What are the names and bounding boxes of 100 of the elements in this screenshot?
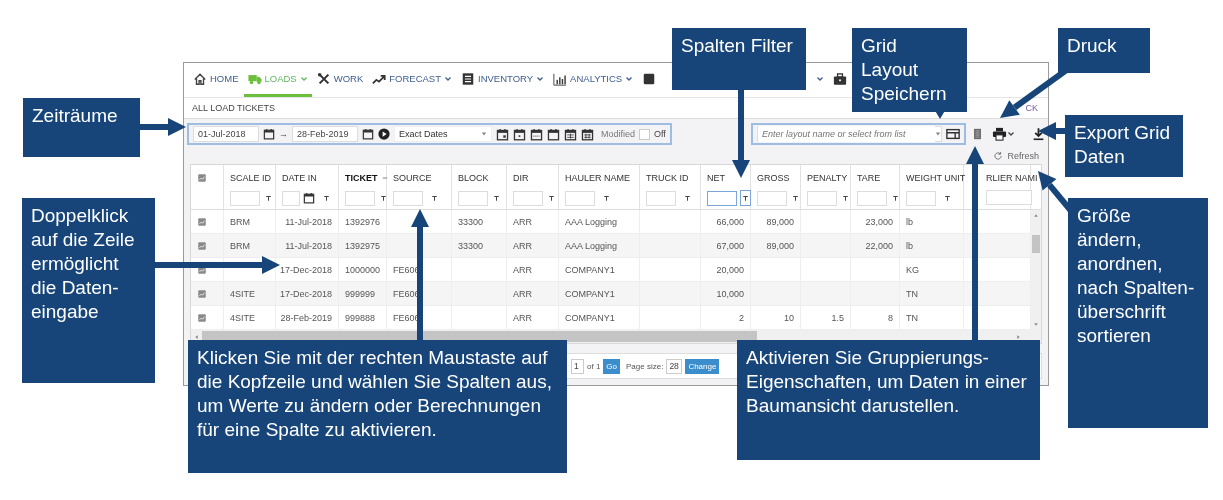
layout-icon[interactable] [946, 127, 960, 141]
table-cell: 33300 [458, 240, 484, 251]
column-header[interactable]: TICKET [345, 173, 378, 183]
table-cell: 28-Feb-2019 [280, 312, 332, 323]
table-cell: ARR [513, 288, 532, 299]
filter-icon [429, 193, 439, 203]
column-header[interactable]: SCALE ID [230, 173, 271, 183]
filter-icon [891, 193, 900, 203]
filter-icon [601, 193, 611, 203]
scroll-left-icon [194, 333, 199, 340]
calendar-icon[interactable] [362, 128, 374, 140]
filter-icon [682, 193, 692, 203]
table-cell: TN [906, 288, 918, 299]
column-header[interactable]: TRUCK ID [646, 173, 689, 183]
caret-icon [481, 131, 487, 137]
filter-icon [492, 193, 501, 203]
table-cell: TN [906, 312, 918, 323]
scroll-down-icon [1033, 322, 1039, 327]
calendar-icon[interactable] [303, 192, 315, 204]
table-cell: 20,000 [716, 264, 744, 275]
start-date-field[interactable]: 01-Jul-2018 [193, 126, 259, 142]
calendar-icon[interactable] [530, 127, 543, 141]
page-field[interactable]: 1 [571, 358, 584, 374]
column-header[interactable]: DATE IN [282, 173, 317, 183]
table-row[interactable]: BRM 11-Jul-2018 1392975 33300 ARR AAA Logging 67,000 89,000 22,000 lb [191, 234, 1031, 258]
table-cell: lb [906, 216, 913, 227]
filter-icon [942, 193, 952, 203]
calendar-icon[interactable] [547, 127, 560, 141]
grid-icon[interactable] [197, 173, 207, 183]
table-cell: 999999 [345, 288, 376, 299]
table-cell: 4SITE [230, 312, 255, 323]
page-size-field[interactable]: 28 [666, 358, 683, 374]
column-header[interactable]: TARE [857, 173, 881, 183]
filter-field[interactable] [707, 190, 737, 206]
play-icon[interactable] [378, 128, 390, 140]
column-header[interactable]: NET [707, 173, 725, 183]
page-count: of 1 [587, 361, 601, 371]
chevron-icon [816, 74, 824, 83]
calendar-icon[interactable] [513, 127, 526, 141]
document-icon[interactable] [971, 126, 983, 142]
scroll-thumb[interactable] [1032, 235, 1040, 253]
callout: Klicken Sie mit der rechten Maustaste auf die Kopfzeile und wählen Sie Spalten aus, um Werte zu ändern oder Berechnungen für eine Spalte zu aktivieren. [188, 340, 567, 473]
table-cell: BRM [230, 216, 250, 227]
column-header[interactable]: PENALTY [807, 173, 848, 183]
nav-item[interactable]: FORECAST [368, 63, 456, 97]
column-header[interactable]: HAULER NAME [565, 173, 630, 183]
table-cell: 11-Jul-2018 [285, 216, 332, 227]
column-header[interactable]: DIR [513, 173, 529, 183]
vertical-scrollbar[interactable] [1031, 210, 1041, 330]
layout-combobox[interactable]: Enter layout name or select from list [757, 126, 942, 142]
end-date-field[interactable]: 28-Feb-2019 [292, 126, 358, 142]
modified-label: Modified [601, 129, 636, 139]
scroll-right-icon [1016, 333, 1021, 340]
table-cell: 4SITE [230, 288, 255, 299]
calendar-icon[interactable] [581, 127, 594, 141]
toggle-state: Off [654, 129, 666, 139]
table-cell: KG [906, 264, 919, 275]
table-cell: 89,000 [766, 216, 794, 227]
filter-icon [264, 193, 273, 203]
change-button[interactable]: Change [685, 358, 720, 374]
table-cell: BRM [230, 240, 250, 251]
refresh-link[interactable]: Refresh [1007, 151, 1039, 161]
chevron-icon [1007, 130, 1016, 138]
column-header[interactable]: GROSS [757, 173, 790, 183]
print-icon[interactable] [992, 127, 1008, 141]
filter-icon [379, 193, 388, 203]
table-cell: 22,000 [865, 240, 893, 251]
briefcase-icon [833, 71, 847, 86]
table-cell: 67,000 [716, 240, 744, 251]
list-icon [461, 71, 475, 86]
callout: Grid Layout Speichern [852, 28, 967, 112]
calendar-icon[interactable] [263, 128, 275, 140]
go-button[interactable]: Go [603, 358, 620, 374]
callout: Druck [1058, 28, 1150, 73]
column-header[interactable]: BLOCK [458, 173, 489, 183]
table-cell: 33300 [458, 216, 484, 227]
filter-icon [841, 193, 850, 203]
refresh-icon[interactable] [993, 151, 1004, 161]
table-cell: ARR [513, 240, 532, 251]
column-header[interactable]: RLIER NAMI [970, 173, 1038, 183]
nav-item[interactable]: WORK [312, 63, 368, 97]
back-link[interactable]: CK [1025, 103, 1038, 113]
filter-button[interactable] [740, 190, 751, 206]
nav-item[interactable]: HOME [189, 63, 243, 97]
modified-checkbox[interactable] [639, 128, 651, 140]
nav-item[interactable]: INVENTORY [457, 63, 549, 97]
column-header[interactable]: SOURCE [393, 173, 432, 183]
date-mode-dropdown[interactable]: Exact Dates [394, 126, 492, 142]
table-cell: AAA Logging [565, 216, 618, 227]
nav-item[interactable]: ANALYTICS [549, 63, 638, 97]
chevron-icon [299, 74, 308, 83]
calendar-icon[interactable] [496, 127, 509, 141]
table-cell: 23,000 [865, 216, 893, 227]
chevron-icon [625, 74, 634, 83]
callout: Aktivieren Sie Gruppierungs-Eigenschaften, um Daten in einer Baumansicht darustellen. [737, 340, 1040, 460]
calendar-icon[interactable] [564, 127, 577, 141]
table-cell: 2 [739, 312, 744, 323]
arrow [140, 118, 186, 136]
callout: Export Grid Daten [1065, 115, 1183, 177]
column-header[interactable]: WEIGHT UNIT [906, 173, 966, 183]
